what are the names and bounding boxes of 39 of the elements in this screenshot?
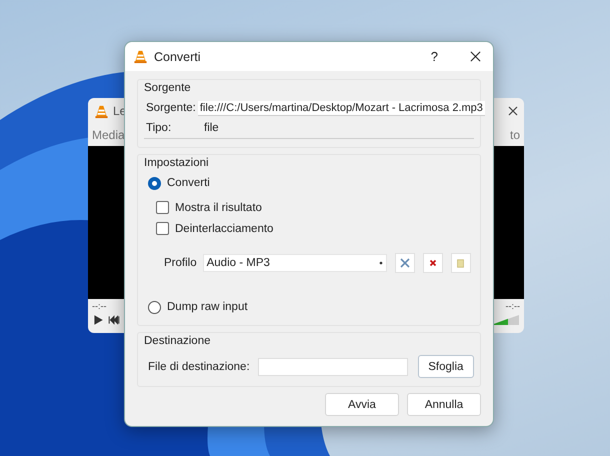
skip-icon[interactable] <box>108 314 120 326</box>
browse-button[interactable]: Sfoglia <box>418 355 474 378</box>
play-icon[interactable] <box>92 314 104 326</box>
caret-icon <box>378 261 383 265</box>
traffic-cone-icon <box>94 104 109 118</box>
type-label: Tipo: <box>146 122 172 134</box>
elapsed-time: --:-- <box>92 301 106 311</box>
checkbox-label[interactable]: Deinterlacciamento <box>175 222 274 234</box>
delete-icon <box>428 258 438 268</box>
menu-item[interactable]: Media <box>92 128 125 142</box>
document-icon <box>456 258 466 268</box>
radio-label[interactable]: Dump raw input <box>167 301 248 313</box>
group-title: Sorgente <box>144 82 192 94</box>
dialog-title: Converti <box>154 50 202 64</box>
close-icon[interactable] <box>470 51 481 62</box>
checkbox-label[interactable]: Mostra il risultato <box>175 202 262 214</box>
destination-file-label: File di destinazione: <box>148 360 250 372</box>
dialog-button[interactable]: Annulla <box>407 393 481 416</box>
type-value: file <box>204 122 219 134</box>
destination-file-field[interactable] <box>258 358 408 376</box>
edit-profile-button[interactable] <box>394 253 415 273</box>
menu-item[interactable]: to <box>510 128 520 142</box>
source-label: Sorgente: <box>146 102 196 114</box>
delete-profile-button[interactable] <box>422 253 443 273</box>
radio-label[interactable]: Converti <box>167 177 210 189</box>
group-title: Destinazione <box>144 335 212 347</box>
traffic-cone-icon <box>133 49 148 64</box>
dialog-button[interactable]: Avvia <box>325 393 399 416</box>
profile-label: Profilo <box>164 257 197 269</box>
radio-button[interactable] <box>148 176 161 190</box>
source-path-field: file:///C:/Users/martina/Desktop/Mozart - Lacrimosa 2.mp3 <box>198 100 485 116</box>
profile-dropdown[interactable]: Audio - MP3 <box>202 254 387 272</box>
checkbox[interactable] <box>156 222 169 235</box>
close-icon[interactable] <box>508 106 518 116</box>
total-time: --:-- <box>506 301 520 311</box>
help-button[interactable]: ? <box>430 49 438 64</box>
radio-button[interactable] <box>148 300 161 314</box>
checkbox[interactable] <box>156 201 169 214</box>
group-title: Impostazioni <box>144 157 210 169</box>
